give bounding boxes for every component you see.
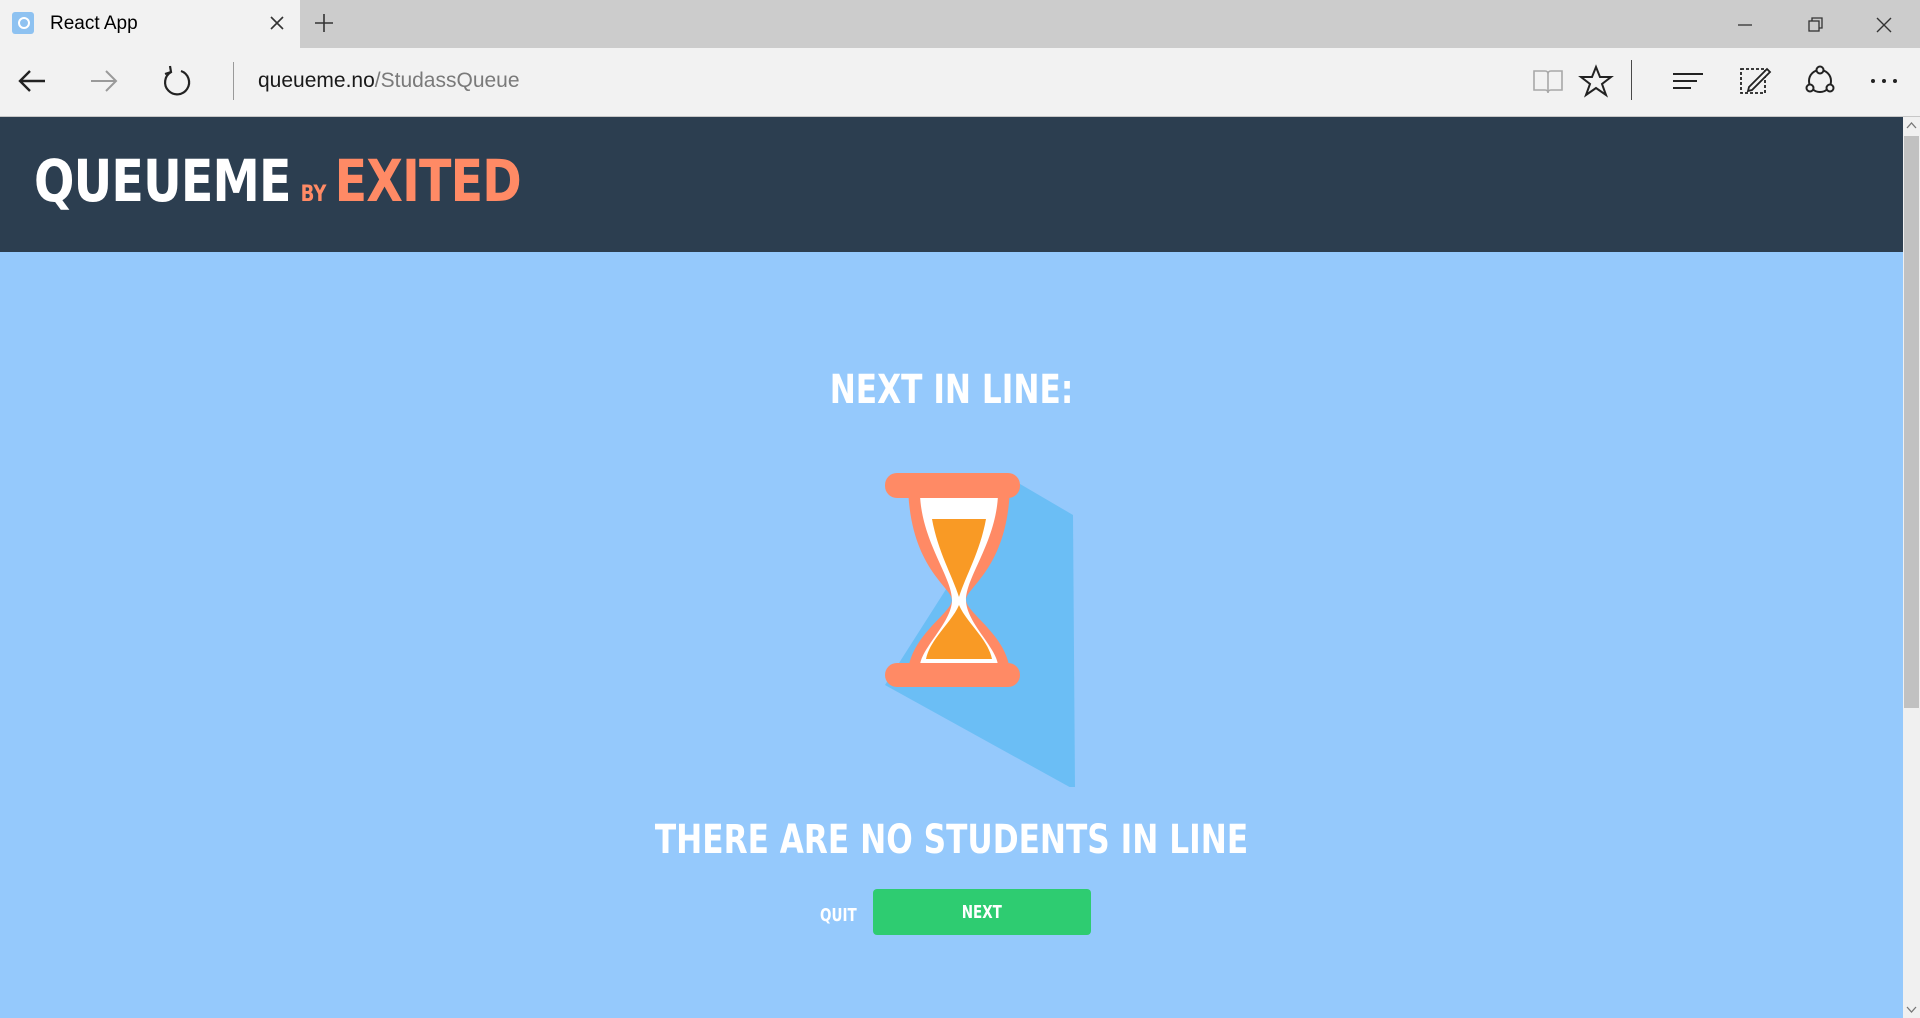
- address-separator: [233, 62, 234, 100]
- back-arrow-icon[interactable]: [15, 63, 51, 99]
- web-note-icon[interactable]: [1737, 63, 1773, 99]
- toolbar-separator: [1631, 60, 1632, 100]
- tab-close-icon[interactable]: [266, 12, 288, 34]
- restore-icon[interactable]: [1804, 14, 1826, 36]
- brand-by: BY: [300, 182, 327, 207]
- new-tab-icon[interactable]: [313, 12, 335, 34]
- hub-icon[interactable]: [1670, 63, 1706, 99]
- address-bar[interactable]: queueme.no/StudassQueue: [258, 69, 520, 93]
- forward-arrow-icon[interactable]: [86, 63, 122, 99]
- app-header: QUEUEME BY EXITED: [0, 117, 1903, 252]
- minimize-icon[interactable]: [1734, 14, 1756, 36]
- browser-tab[interactable]: [0, 0, 300, 48]
- quit-button[interactable]: QUIT: [820, 905, 857, 926]
- hourglass-top-cap: [885, 473, 1020, 498]
- hourglass-icon: [885, 473, 1075, 787]
- next-button[interactable]: NEXT: [873, 889, 1091, 935]
- next-button-label: NEXT: [961, 901, 1003, 923]
- brand-accent: EXITED: [334, 147, 522, 215]
- brand-main: QUEUEME: [34, 147, 292, 215]
- scroll-up-arrow-icon[interactable]: [1906, 120, 1917, 131]
- window-close-icon[interactable]: [1873, 14, 1895, 36]
- next-in-line-title: NEXT IN LINE:: [829, 367, 1074, 413]
- empty-queue-message: THERE ARE NO STUDENTS IN LINE: [654, 817, 1249, 863]
- address-host: queueme.no: [258, 69, 375, 92]
- favorite-star-icon[interactable]: [1578, 63, 1614, 99]
- refresh-icon[interactable]: [159, 63, 195, 99]
- app-logo[interactable]: QUEUEME BY EXITED: [34, 147, 522, 215]
- tab-title: React App: [50, 13, 138, 34]
- scroll-down-arrow-icon[interactable]: [1906, 1004, 1917, 1015]
- hourglass-bottom-cap: [885, 663, 1020, 687]
- more-icon[interactable]: [1866, 63, 1902, 99]
- tab-favicon-icon: [12, 12, 34, 34]
- page-content: QUEUEME BY EXITED NEXT IN LINE: THERE ARE …: [0, 117, 1903, 1018]
- share-icon[interactable]: [1802, 63, 1838, 99]
- scrollbar-thumb[interactable]: [1904, 136, 1919, 708]
- address-path: /StudassQueue: [374, 69, 520, 92]
- reading-view-icon[interactable]: [1530, 63, 1566, 99]
